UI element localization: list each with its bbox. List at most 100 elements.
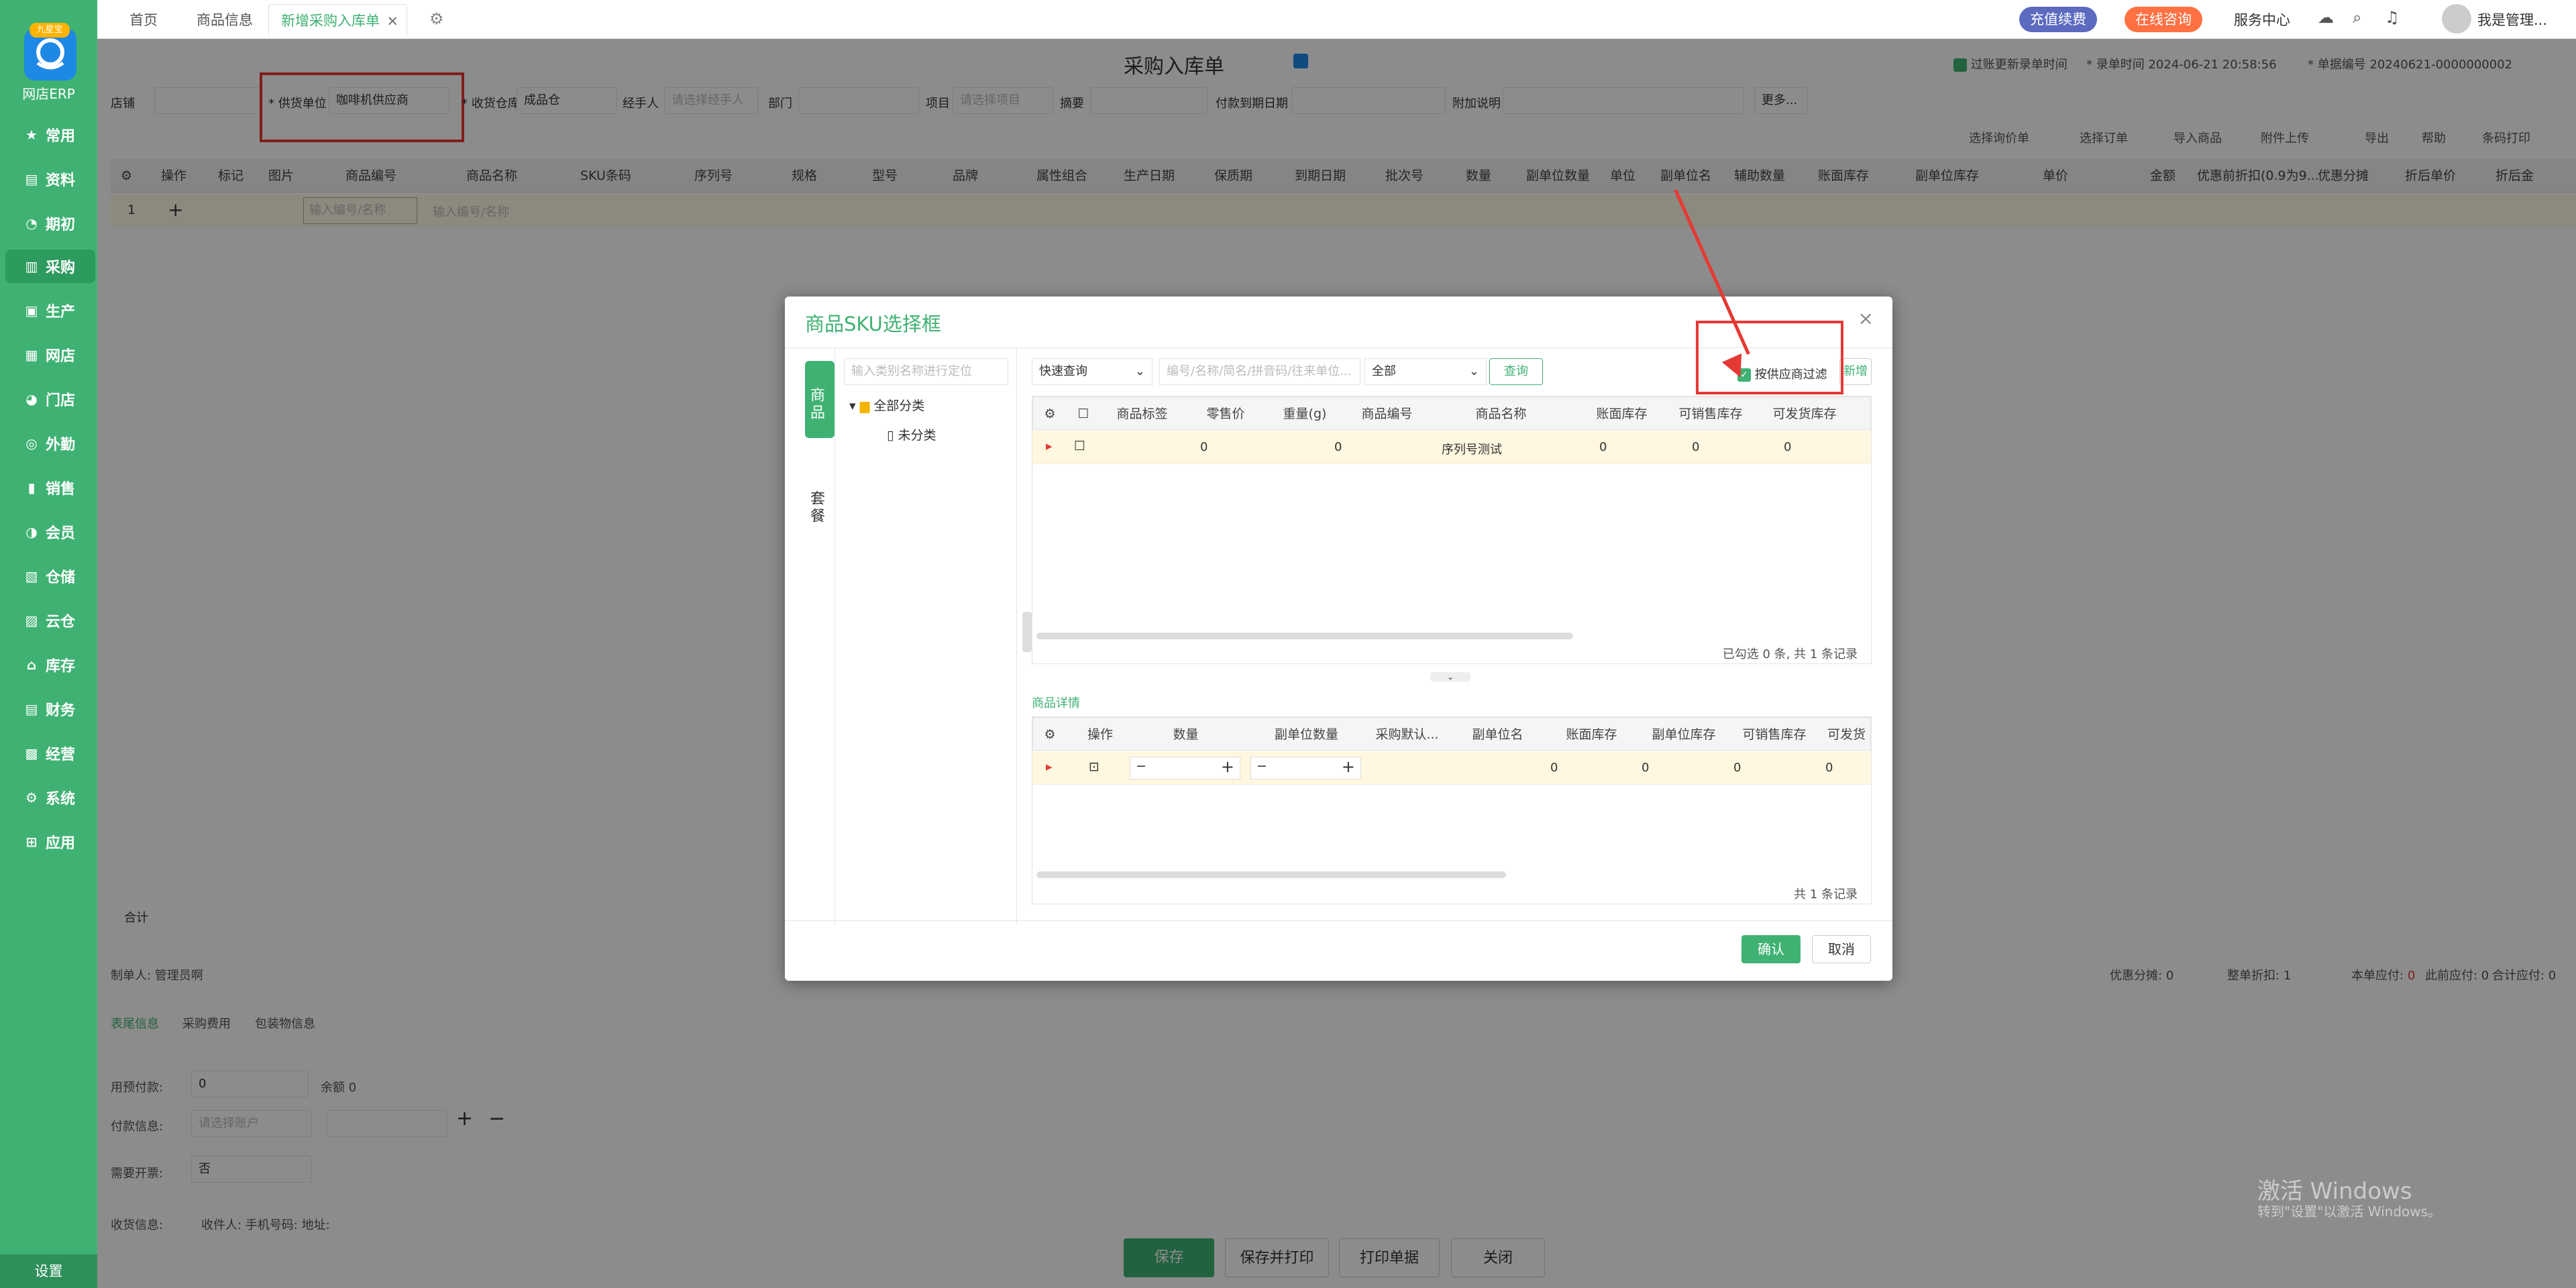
sidebar-item-apps[interactable]: ⊞ 应用 [5,825,95,859]
query-button[interactable]: 查询 [1489,358,1543,385]
inventory-icon: ⌂ [26,657,37,673]
table-row[interactable]: ▸ ☐ 0 0 序列号测试 0 0 0 [1032,431,1871,464]
col-code: 商品编号 [1361,407,1413,421]
splitter-handle[interactable]: ⌄ [1430,672,1470,682]
sidebar-item-system[interactable]: ⚙ 系统 [5,781,95,814]
select-all-checkbox[interactable]: ☐ [1073,397,1093,431]
bell-icon[interactable]: ♫ [2385,8,2400,27]
tree-child[interactable]: ▯ 未分类 [887,425,936,443]
finance-icon: ▤ [25,701,38,717]
avatar[interactable] [2442,4,2471,34]
sidebar-item-sales[interactable]: ▮ 销售 [5,471,95,504]
product-table: ⚙ ☐ 商品标签 零售价 重量(g) 商品编号 商品名称 账面库存 可销售库存 … [1032,396,1872,664]
sidebar-item-purchase[interactable]: ▥ 采购 [5,250,95,283]
recharge-button[interactable]: 充值续费 [2019,7,2097,32]
scope-select[interactable]: 全部 ⌄ [1364,358,1487,385]
col-retail: 零售价 [1206,407,1245,421]
tab-products[interactable]: 商品 [805,361,835,438]
document-icon: ▤ [25,171,38,187]
detail-status: 共 1 条记录 [1794,888,1858,902]
sidebar-item-shop[interactable]: ▦ 网店 [5,338,95,372]
sidebar-item-data[interactable]: ▤ 资料 [5,162,95,196]
sidebar-item-opening[interactable]: ◔ 期初 [5,207,95,240]
detail-table-header: ⚙ 操作 数量 副单位数量 采购默认... 副单位名 账面库存 副单位库存 可销… [1032,717,1871,751]
sidebar-item-store[interactable]: ◕ 门店 [5,382,95,416]
col-sub-stock: 副单位库存 [1652,727,1716,742]
table-settings-icon[interactable]: ⚙ [1040,718,1060,751]
system-icon: ⚙ [25,790,38,806]
close-icon[interactable]: × [1858,307,1874,329]
field-icon: ◎ [25,435,38,451]
cloud-warehouse-icon: ▨ [25,612,38,629]
sidebar-item-production[interactable]: ▣ 生产 [5,294,95,327]
sub-qty-stepper[interactable]: − + [1250,757,1361,780]
tab-packages[interactable]: 套餐 [805,464,835,541]
query-type-select[interactable]: 快速查询 ⌄ [1032,358,1152,385]
cloud-icon[interactable]: ☁ [2318,8,2334,27]
star-icon: ★ [25,127,38,143]
sku-select-dialog: 商品SKU选择框 × 商品 套餐 输入类别名称进行定位 ▾ ▆ 全部分类 ▯ 未… [785,297,1892,981]
detail-table: ⚙ 操作 数量 副单位数量 采购默认... 副单位名 账面库存 副单位库存 可销… [1032,716,1872,904]
minus-icon[interactable]: − [1256,759,1267,773]
col-default-purchase: 采购默认... [1375,727,1439,742]
row-checkbox[interactable]: ☐ [1074,439,1085,453]
collapse-handle[interactable] [1022,612,1032,652]
new-button[interactable]: 新增 [1839,358,1872,385]
current-row-icon: ▸ [1046,439,1053,453]
tab-label: 新增采购入库单 [281,13,380,29]
col-weight: 重量(g) [1283,407,1327,421]
col-sellable: 可销售库存 [1742,727,1807,742]
warehouse-icon: ▧ [25,568,38,584]
divider [1016,347,1017,924]
col-shippable: 可发货 [1827,727,1866,742]
table-row[interactable]: ▸ ⊡ − + − + 0 0 0 0 [1032,751,1871,785]
edit-row-icon[interactable]: ⊡ [1089,759,1099,774]
plus-icon[interactable]: + [1221,757,1234,776]
sidebar-item-field[interactable]: ◎ 外勤 [5,427,95,460]
col-op: 操作 [1087,727,1113,742]
sidebar-item-finance[interactable]: ▤ 财务 [5,692,95,726]
service-center-link[interactable]: 服务中心 [2234,9,2290,30]
col-sub-unit: 副单位名 [1472,727,1523,742]
plus-icon[interactable]: + [1342,757,1355,776]
cell-sub-stock: 0 [1642,761,1650,775]
qty-stepper[interactable]: − + [1130,757,1240,780]
store-icon: ◕ [25,391,38,407]
user-name[interactable]: 我是管理... [2477,9,2547,30]
category-search-input[interactable]: 输入类别名称进行定位 [844,358,1008,385]
horizontal-scrollbar[interactable] [1036,633,1573,639]
col-sellable: 可销售库存 [1678,407,1743,421]
sidebar-item-business[interactable]: ▩ 经营 [5,737,95,770]
minus-icon[interactable]: − [1136,759,1146,773]
settings-button[interactable]: 设置 [0,1254,97,1288]
caret-down-icon: ▾ [849,398,856,413]
sidebar-item-cloud-warehouse[interactable]: ▨ 云仓 [5,604,95,637]
cell-retail: 0 [1200,440,1208,454]
gear-icon[interactable]: ⚙ [429,9,444,28]
sidebar-item-common[interactable]: ★ 常用 [5,118,95,152]
sidebar-item-storage[interactable]: ▧ 仓储 [5,559,95,593]
horizontal-scrollbar[interactable] [1036,871,1506,878]
search-input[interactable]: 编号/名称/简名/拼音码/往来单位... [1159,358,1360,385]
detail-label: 商品详情 [1032,696,1080,710]
search-icon[interactable]: ⌕ [2353,8,2361,27]
col-sub-qty: 副单位数量 [1274,727,1338,742]
tree-root[interactable]: ▾ ▆ 全部分类 [849,396,924,414]
shop-icon: ▦ [25,347,38,363]
tab-product-info[interactable]: 商品信息 [184,4,265,36]
sidebar-item-member[interactable]: ◑ 会员 [5,515,95,549]
chevron-down-icon: ⌄ [1468,364,1479,378]
chevron-down-icon: ⌄ [1134,364,1145,378]
cancel-button[interactable]: 取消 [1812,935,1871,963]
col-name: 商品名称 [1475,407,1527,421]
confirm-button[interactable]: 确认 [1741,935,1801,963]
col-book-stock: 账面库存 [1566,727,1617,742]
table-settings-icon[interactable]: ⚙ [1040,397,1060,431]
tab-new-purchase-receipt[interactable]: 新增采购入库单 × [268,4,407,36]
tab-home[interactable]: 首页 [117,4,170,36]
consult-button[interactable]: 在线咨询 [2125,7,2202,32]
sidebar-item-inventory[interactable]: ⌂ 库存 [5,648,95,682]
clock-icon: ◔ [25,215,38,231]
sidebar: 九星宝 网店ERP ★ 常用 ▤ 资料 ◔ 期初 ▥ 采购 ▣ 生产 ▦ 网店 ◕ 门店 ◎ 外… [0,0,97,1288]
close-icon[interactable]: × [386,5,398,37]
